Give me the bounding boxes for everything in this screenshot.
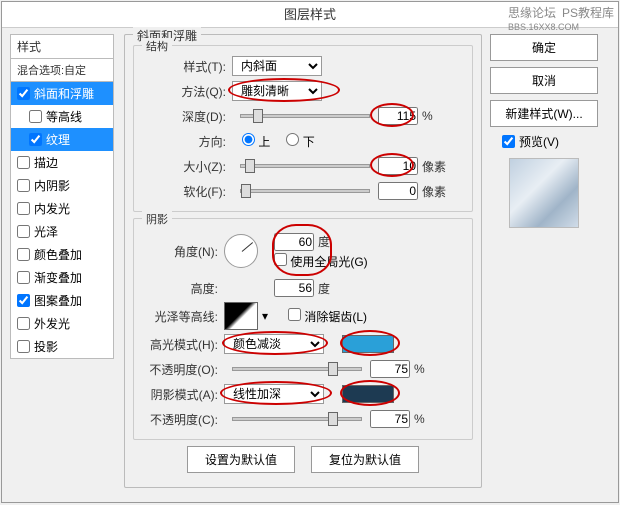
- ok-button[interactable]: 确定: [490, 34, 598, 61]
- depth-unit: %: [422, 109, 433, 123]
- shading-title: 阴影: [142, 211, 172, 227]
- chk-drop-shadow[interactable]: [17, 340, 30, 353]
- gloss-contour[interactable]: [224, 302, 258, 330]
- chk-gradient-overlay[interactable]: [17, 271, 30, 284]
- preview-thumbnail: [509, 158, 579, 228]
- hilite-mode-label: 高光模式(H):: [142, 336, 224, 353]
- global-light-chk[interactable]: 使用全局光(G): [274, 255, 368, 269]
- shadow-mode-select[interactable]: 线性加深: [224, 384, 324, 404]
- antialias-chk[interactable]: 消除锯齿(L): [288, 308, 367, 325]
- chk-inner-shadow[interactable]: [17, 179, 30, 192]
- item-pattern-overlay[interactable]: 图案叠加: [11, 289, 113, 312]
- layer-style-dialog: 图层样式 样式 混合选项:自定 斜面和浮雕 等高线 纹理 描边 内阴影 内发光 …: [1, 1, 619, 503]
- chk-satin[interactable]: [17, 225, 30, 238]
- dir-up[interactable]: 上: [242, 133, 270, 150]
- item-bevel[interactable]: 斜面和浮雕: [11, 82, 113, 105]
- item-texture[interactable]: 纹理: [11, 128, 113, 151]
- watermark: 思缘论坛PS教程库 BBS.16XX8.COM: [502, 4, 614, 33]
- item-gradient-overlay[interactable]: 渐变叠加: [11, 266, 113, 289]
- chk-texture[interactable]: [29, 133, 42, 146]
- item-contour[interactable]: 等高线: [11, 105, 113, 128]
- shadow-opacity-slider[interactable]: [232, 417, 362, 421]
- altitude-input[interactable]: [274, 279, 314, 297]
- chk-pattern-overlay[interactable]: [17, 294, 30, 307]
- chk-stroke[interactable]: [17, 156, 30, 169]
- item-stroke[interactable]: 描边: [11, 151, 113, 174]
- chk-outer-glow[interactable]: [17, 317, 30, 330]
- soften-input[interactable]: [378, 182, 418, 200]
- chk-contour[interactable]: [29, 110, 42, 123]
- style-list-panel: 样式 混合选项:自定 斜面和浮雕 等高线 纹理 描边 内阴影 内发光 光泽 颜色…: [10, 34, 114, 494]
- method-select[interactable]: 雕刻清晰: [232, 81, 322, 101]
- size-input[interactable]: [378, 157, 418, 175]
- settings-panel: 斜面和浮雕 结构 样式(T): 内斜面 方法(Q): 雕刻清晰 深度(D):: [124, 34, 482, 494]
- style-select[interactable]: 内斜面: [232, 56, 322, 76]
- angle-label: 角度(N):: [142, 243, 224, 260]
- blend-options[interactable]: 混合选项:自定: [10, 59, 114, 82]
- soften-unit: 像素: [422, 183, 446, 200]
- soften-slider[interactable]: [240, 189, 370, 193]
- item-outer-glow[interactable]: 外发光: [11, 312, 113, 335]
- depth-input[interactable]: [378, 107, 418, 125]
- hilite-opacity-input[interactable]: [370, 360, 410, 378]
- effects-list: 斜面和浮雕 等高线 纹理 描边 内阴影 内发光 光泽 颜色叠加 渐变叠加 图案叠…: [10, 82, 114, 359]
- angle-input[interactable]: [274, 233, 314, 251]
- chk-color-overlay[interactable]: [17, 248, 30, 261]
- new-style-button[interactable]: 新建样式(W)...: [490, 100, 598, 127]
- shading-subgroup: 阴影 角度(N): 度 使用全局光(G): [133, 218, 473, 440]
- item-drop-shadow[interactable]: 投影: [11, 335, 113, 358]
- chk-inner-glow[interactable]: [17, 202, 30, 215]
- reset-default-button[interactable]: 复位为默认值: [311, 446, 419, 473]
- set-default-button[interactable]: 设置为默认值: [187, 446, 295, 473]
- item-color-overlay[interactable]: 颜色叠加: [11, 243, 113, 266]
- style-label: 样式(T):: [142, 58, 232, 75]
- soften-label: 软化(F):: [142, 183, 232, 200]
- size-unit: 像素: [422, 158, 446, 175]
- altitude-label: 高度:: [142, 280, 224, 297]
- shadow-opacity-input[interactable]: [370, 410, 410, 428]
- bevel-group: 斜面和浮雕 结构 样式(T): 内斜面 方法(Q): 雕刻清晰 深度(D):: [124, 34, 482, 488]
- size-slider[interactable]: [240, 164, 370, 168]
- chk-bevel[interactable]: [17, 87, 30, 100]
- structure-subgroup: 结构 样式(T): 内斜面 方法(Q): 雕刻清晰 深度(D): %: [133, 45, 473, 212]
- item-inner-shadow[interactable]: 内阴影: [11, 174, 113, 197]
- shadow-opacity-label: 不透明度(C):: [142, 411, 224, 428]
- depth-label: 深度(D):: [142, 108, 232, 125]
- shadow-color[interactable]: [342, 385, 394, 403]
- preview-toggle[interactable]: 预览(V): [502, 133, 598, 150]
- hilite-opacity-slider[interactable]: [232, 367, 362, 371]
- depth-slider[interactable]: [240, 114, 370, 118]
- hilite-color[interactable]: [342, 335, 394, 353]
- method-label: 方法(Q):: [142, 83, 232, 100]
- hilite-mode-select[interactable]: 颜色减淡: [224, 334, 324, 354]
- dir-down[interactable]: 下: [286, 133, 314, 150]
- angle-dial[interactable]: [224, 234, 258, 268]
- size-label: 大小(Z):: [142, 158, 232, 175]
- styles-header[interactable]: 样式: [10, 34, 114, 59]
- direction-label: 方向:: [142, 133, 232, 150]
- cancel-button[interactable]: 取消: [490, 67, 598, 94]
- shadow-mode-label: 阴影模式(A):: [142, 386, 224, 403]
- gloss-label: 光泽等高线:: [142, 308, 224, 325]
- item-satin[interactable]: 光泽: [11, 220, 113, 243]
- hilite-opacity-label: 不透明度(O):: [142, 361, 224, 378]
- right-panel: 确定 取消 新建样式(W)... 预览(V): [482, 34, 598, 494]
- structure-title: 结构: [142, 38, 172, 54]
- item-inner-glow[interactable]: 内发光: [11, 197, 113, 220]
